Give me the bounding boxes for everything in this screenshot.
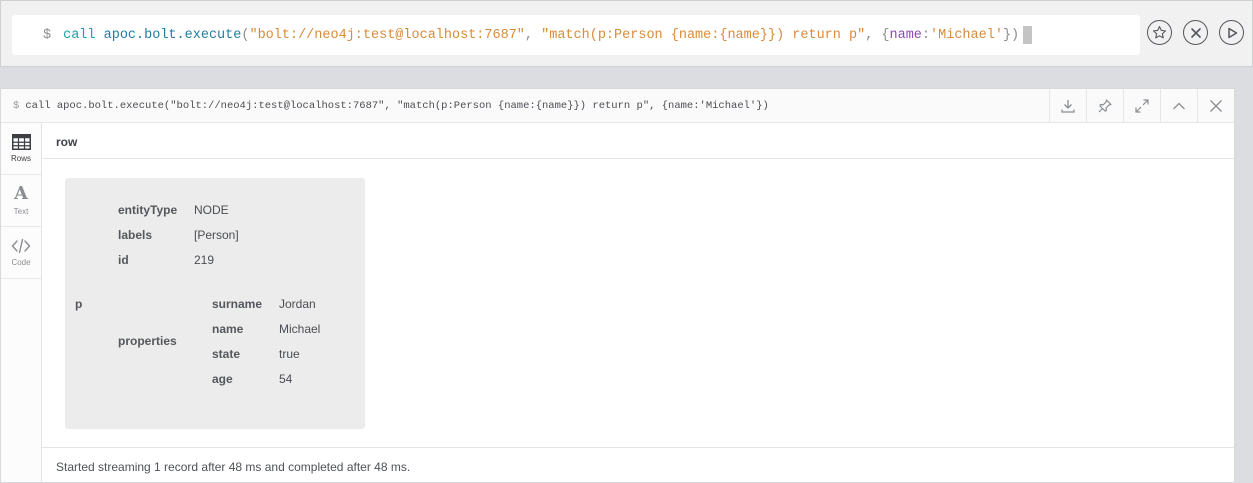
collapse-icon — [1173, 102, 1185, 109]
query-editor-bar: $ call apoc.bolt.execute("bolt://neo4j:t… — [0, 0, 1253, 67]
download-icon — [1061, 99, 1075, 113]
pin-icon — [1098, 98, 1112, 112]
sidebar-item-label: Rows — [10, 154, 31, 163]
property-key: state — [212, 347, 241, 361]
labels-value: [Person] — [194, 228, 239, 242]
sidebar-item-code[interactable]: Code — [1, 227, 41, 279]
close-frame-button[interactable] — [1197, 89, 1234, 122]
status-message: Started streaming 1 record after 48 ms a… — [56, 460, 411, 474]
table-row: p entityType NODE labels [Person] id 219… — [65, 178, 365, 429]
editor-token-string-query: "match(p:Person {name:{name}}) return p" — [541, 27, 866, 43]
editor-token-keyword: call — [63, 27, 96, 43]
entity-type-label: entityType — [118, 203, 178, 217]
property-key: surname — [212, 297, 263, 311]
text-icon: A — [14, 183, 28, 204]
editor-token-comma: , — [524, 27, 542, 43]
frame-prompt: $ — [13, 100, 20, 112]
star-icon — [1152, 26, 1167, 39]
expand-icon — [1135, 98, 1149, 113]
column-header-row: row — [56, 135, 78, 149]
frame-command-text: call apoc.bolt.execute("bolt://neo4j:tes… — [25, 100, 769, 112]
property-value: 54 — [279, 372, 293, 386]
frame-header: $ call apoc.bolt.execute("bolt://neo4j:te… — [1, 89, 1234, 123]
property-key: age — [212, 372, 233, 386]
close-icon — [1210, 99, 1222, 112]
table-icon — [11, 134, 31, 150]
query-editor-input[interactable]: $ call apoc.bolt.execute("bolt://neo4j:t… — [12, 15, 1140, 55]
run-button[interactable] — [1219, 20, 1244, 45]
view-sidebar: Rows A Text Code — [1, 123, 42, 482]
text-cursor — [1023, 26, 1033, 44]
favorite-button[interactable] — [1147, 20, 1172, 45]
code-icon — [11, 238, 31, 254]
table-header: row — [42, 123, 1234, 159]
frame-command[interactable]: $ call apoc.bolt.execute("bolt://neo4j:te… — [13, 100, 769, 112]
pin-button[interactable] — [1086, 89, 1123, 122]
editor-token-paren: ( — [241, 27, 250, 43]
editor-token-brace: { — [881, 27, 890, 43]
property-key: name — [212, 322, 244, 336]
clear-button[interactable] — [1183, 20, 1208, 45]
editor-prompt: $ — [43, 27, 52, 43]
frame-toolbar — [1049, 89, 1234, 122]
editor-token-string-param: 'Michael' — [930, 27, 1003, 43]
property-value: Michael — [279, 322, 321, 336]
editor-token-function: apoc.bolt.execute — [103, 27, 242, 43]
play-icon — [1227, 27, 1237, 38]
editor-token-string-url: "bolt://neo4j:test@localhost:7687" — [249, 27, 525, 43]
entity-type-value: NODE — [194, 203, 229, 217]
id-value: 219 — [194, 253, 215, 267]
editor-actions — [1147, 20, 1244, 45]
editor-token-property: name — [889, 27, 922, 43]
sidebar-item-label: Text — [13, 207, 29, 216]
status-bar: Started streaming 1 record after 48 ms a… — [42, 447, 1234, 482]
editor-token-colon: : — [921, 27, 931, 43]
fullscreen-button[interactable] — [1123, 89, 1160, 122]
property-value: true — [279, 347, 300, 361]
sidebar-item-rows[interactable]: Rows — [1, 123, 41, 175]
properties-label: properties — [118, 334, 177, 348]
sidebar-item-text[interactable]: A Text — [1, 175, 41, 227]
editor-token-brace-close: }) — [1002, 27, 1020, 43]
collapse-button[interactable] — [1160, 89, 1197, 122]
record-key: p — [75, 297, 83, 311]
download-button[interactable] — [1049, 89, 1086, 122]
editor-token-comma: , — [865, 27, 882, 43]
result-frame: $ call apoc.bolt.execute("bolt://neo4j:te… — [0, 88, 1235, 483]
close-circle-icon — [1190, 27, 1201, 38]
id-label: id — [118, 253, 129, 267]
sidebar-item-label: Code — [11, 258, 31, 267]
labels-label: labels — [118, 228, 153, 242]
property-value: Jordan — [279, 297, 316, 311]
